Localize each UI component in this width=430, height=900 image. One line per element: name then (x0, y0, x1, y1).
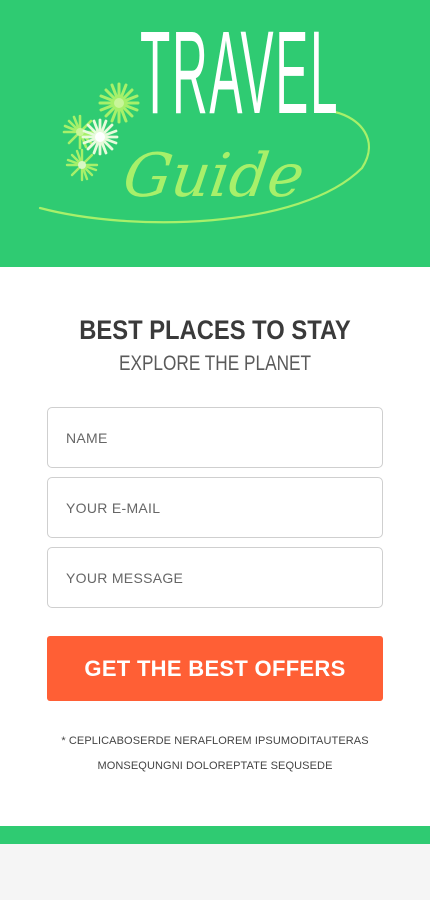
logo-title-wrap: TRAVEL (140, 7, 345, 157)
flower-icon (98, 82, 140, 124)
main-content: BEST PLACES TO STAY EXPLORE THE PLANET G… (0, 267, 430, 826)
footer-divider (0, 826, 430, 844)
flower-icon (81, 118, 119, 156)
footer (0, 844, 430, 900)
flower-icon (65, 148, 99, 182)
flower-icon (62, 114, 98, 150)
page-subtitle: EXPLORE THE PLANET (118, 352, 312, 375)
header-banner: TRAVEL Guide (0, 0, 430, 267)
logo-subtitle: Guide (119, 141, 309, 211)
message-input[interactable] (47, 547, 383, 608)
page-title: BEST PLACES TO STAY (79, 315, 351, 345)
disclaimer-text: * CEPLICABOSERDE NERAFLOREM IPSUMODITAUT… (61, 735, 369, 772)
email-input[interactable] (47, 477, 383, 538)
name-input[interactable] (47, 407, 383, 468)
get-offers-button[interactable]: GET THE BEST OFFERS (47, 636, 383, 701)
logo-title: TRAVEL (140, 7, 340, 139)
